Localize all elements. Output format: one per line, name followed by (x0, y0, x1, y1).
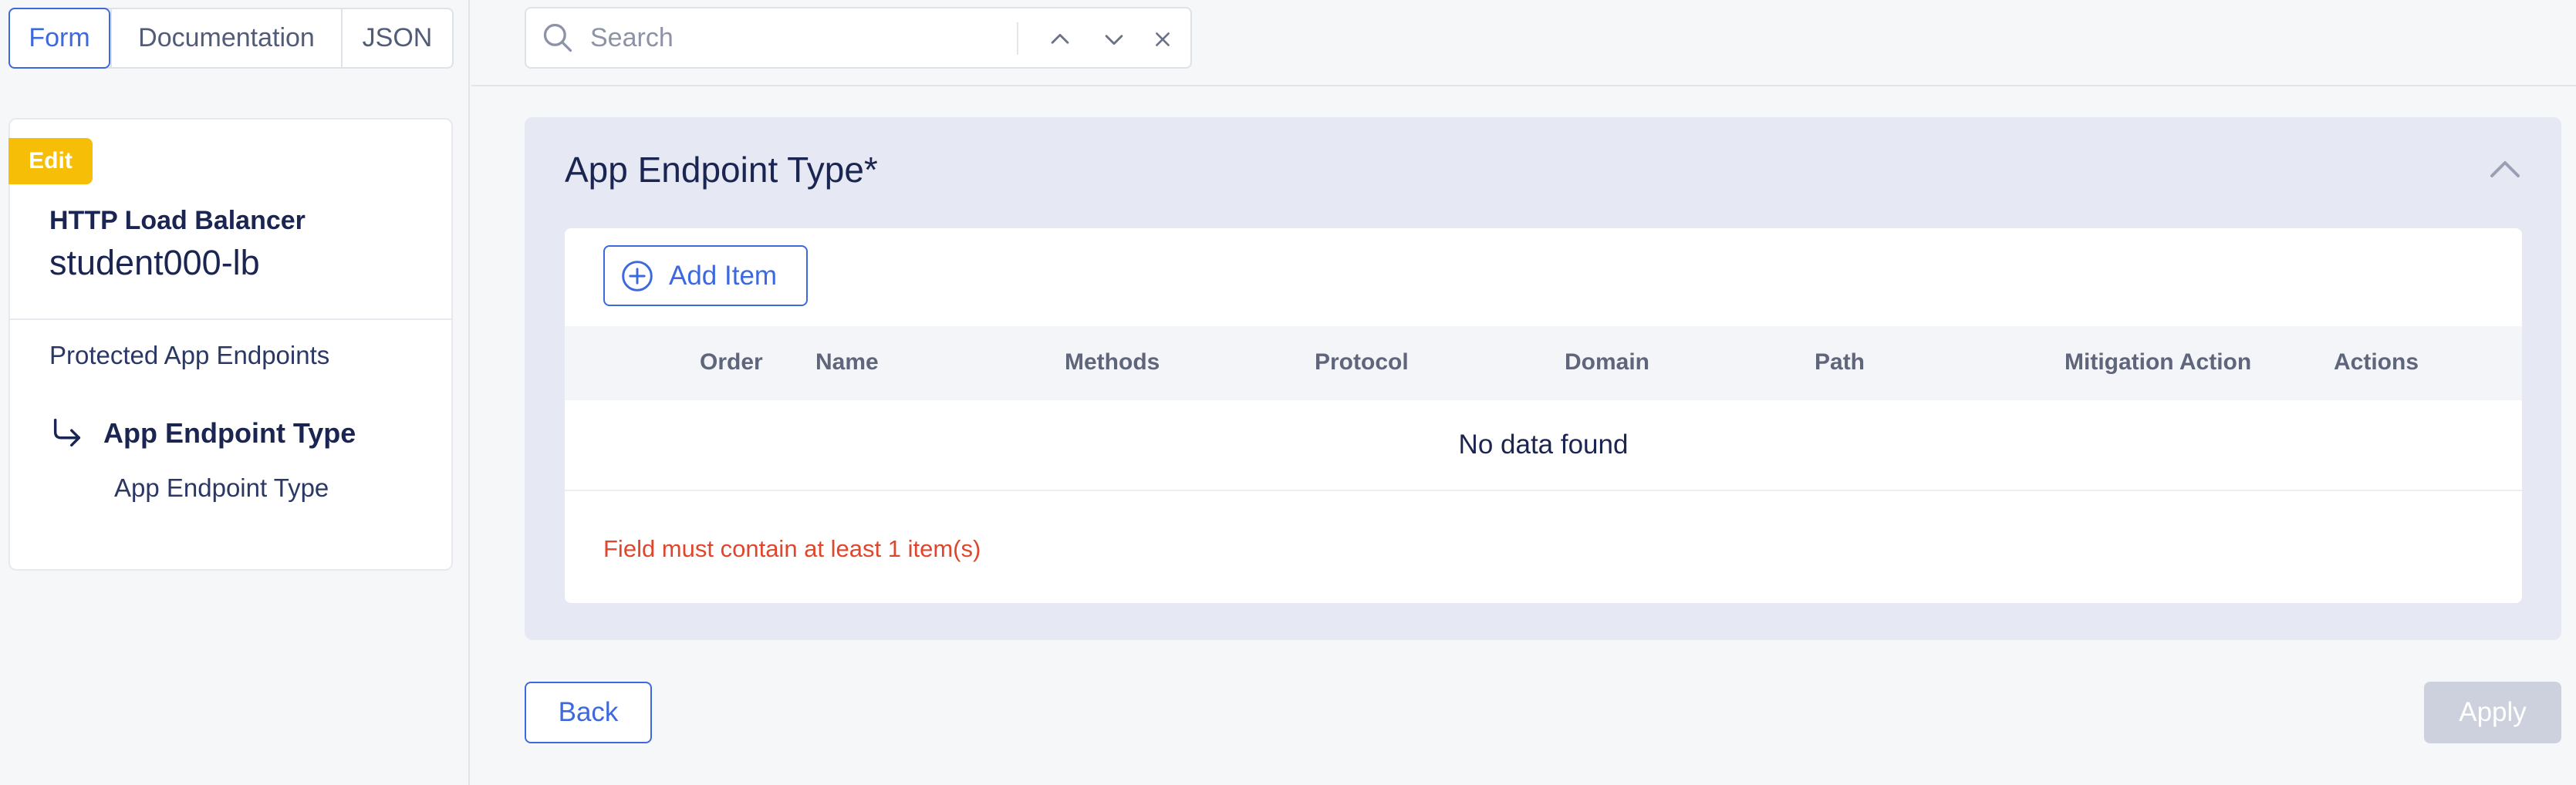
back-button[interactable]: Back (525, 682, 652, 743)
nav-item-protected-app-endpoints[interactable]: Protected App Endpoints (49, 341, 329, 370)
add-item-label: Add Item (669, 260, 778, 291)
search-clear-button[interactable] (1147, 24, 1178, 55)
column-header-methods: Methods (1065, 349, 1160, 375)
section-body: Add Item Order Name Methods Protocol Dom… (565, 228, 2522, 603)
column-header-domain: Domain (1565, 349, 1650, 375)
chevron-up-icon (1051, 33, 1069, 44)
nav-divider (10, 318, 451, 320)
validation-error: Field must contain at least 1 item(s) (603, 535, 981, 562)
subdirectory-arrow-icon (53, 419, 81, 447)
search-input[interactable] (589, 22, 990, 54)
search-icon (543, 23, 572, 52)
left-column: Form Documentation JSON Edit HTTP Load B… (0, 0, 470, 785)
nav-item-app-endpoint-type-current[interactable]: App Endpoint Type (49, 416, 356, 451)
column-header-protocol: Protocol (1315, 349, 1409, 375)
close-icon (1156, 32, 1170, 46)
top-bar (471, 0, 2576, 86)
tab-form[interactable]: Form (8, 8, 110, 69)
search-prev-button[interactable] (1045, 24, 1075, 55)
chevron-down-icon (1105, 35, 1123, 45)
column-header-path: Path (1815, 349, 1865, 375)
tab-documentation[interactable]: Documentation (110, 9, 341, 67)
resource-name: student000-lb (49, 243, 260, 282)
section-title: App Endpoint Type* (565, 149, 878, 190)
column-header-mitigation-action: Mitigation Action (2065, 349, 2252, 375)
edit-badge: Edit (8, 138, 93, 184)
search-box (525, 7, 1192, 69)
column-header-order: Order (700, 349, 763, 375)
search-next-button[interactable] (1099, 24, 1129, 55)
apply-button[interactable]: Apply (2424, 682, 2561, 743)
search-separator (1017, 22, 1018, 55)
tab-json[interactable]: JSON (341, 9, 452, 67)
column-header-actions: Actions (2334, 349, 2419, 375)
section-title-text: App Endpoint Type (565, 150, 864, 190)
nav-item-current-label: App Endpoint Type (103, 417, 356, 449)
add-item-button[interactable]: Add Item (603, 245, 808, 306)
required-marker: * (863, 150, 878, 190)
nav-item-app-endpoint-type-child[interactable]: App Endpoint Type (114, 473, 329, 503)
collapse-chevron-up-icon[interactable] (2487, 157, 2523, 180)
plus-circle-icon (622, 260, 653, 291)
app-endpoint-type-section: App Endpoint Type* Add Item Order Name M… (525, 117, 2561, 640)
resource-type-label: HTTP Load Balancer (49, 206, 306, 235)
table-header: Order Name Methods Protocol Domain Path … (565, 326, 2522, 400)
table-empty-state: No data found (565, 400, 2522, 491)
resource-nav-card: Edit HTTP Load Balancer student000-lb Pr… (8, 118, 453, 571)
view-tabs: Form Documentation JSON (8, 8, 454, 69)
column-header-name: Name (815, 349, 879, 375)
